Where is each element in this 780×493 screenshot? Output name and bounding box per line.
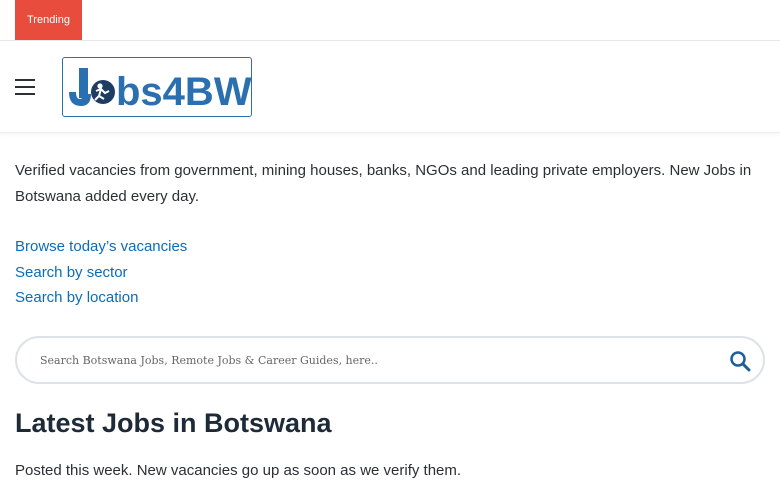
- search-bar: [15, 336, 765, 384]
- trending-button[interactable]: Trending: [15, 0, 82, 40]
- site-logo[interactable]: bs4BW: [62, 57, 252, 117]
- search-input[interactable]: [40, 348, 710, 372]
- latest-jobs-subtitle: Posted this week. New vacancies go up as…: [15, 462, 462, 479]
- intro-paragraph: Verified vacancies from government, mini…: [15, 162, 752, 205]
- quick-links: Browse today’s vacancies Search by secto…: [15, 234, 187, 311]
- jobs4bw-logo-graphic: bs4BW: [69, 68, 252, 114]
- search-icon[interactable]: [729, 350, 751, 372]
- search-by-location-link[interactable]: Search by location: [15, 285, 187, 311]
- browse-vacancies-link[interactable]: Browse today’s vacancies: [15, 234, 187, 260]
- site-header: bs4BW: [0, 41, 780, 133]
- search-by-sector-link[interactable]: Search by sector: [15, 260, 187, 286]
- logo-wordmark: bs4BW: [116, 70, 252, 114]
- latest-jobs-heading: Latest Jobs in Botswana: [15, 408, 332, 438]
- top-bar: Trending: [0, 0, 780, 41]
- hamburger-menu-icon[interactable]: [15, 79, 37, 95]
